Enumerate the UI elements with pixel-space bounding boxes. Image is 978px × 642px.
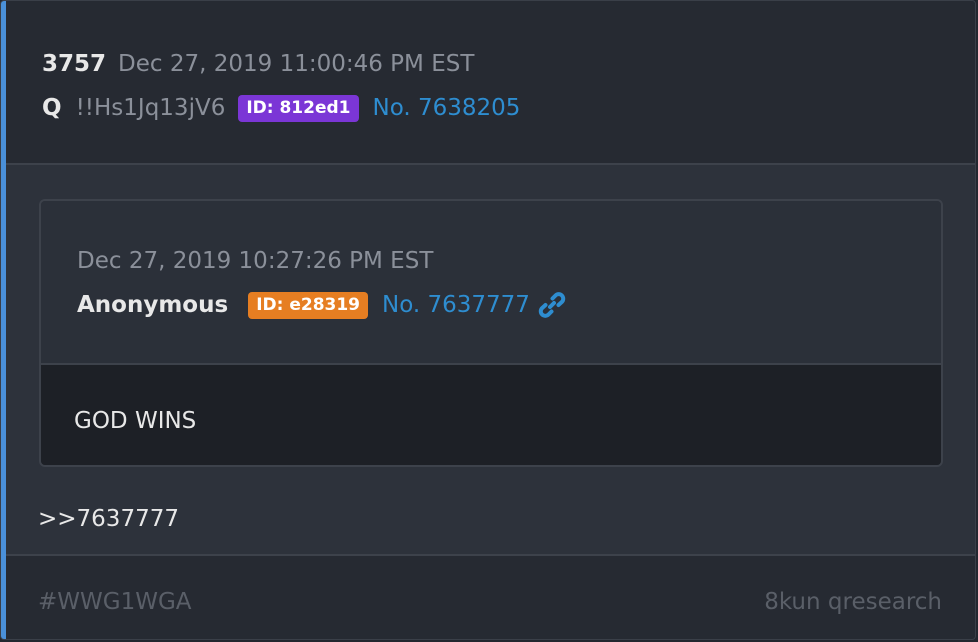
post-tripcode: !!Hs1Jq13jV6 — [75, 95, 226, 121]
quoted-post-number-link[interactable]: No. 7637777 — [382, 289, 530, 321]
post-card: 3757 Dec 27, 2019 11:00:46 PM EST Q !!Hs1… — [0, 0, 976, 640]
quoted-post-author: Anonymous — [77, 292, 229, 318]
quoted-post-id-badge[interactable]: ID: e28319 — [248, 291, 369, 319]
post-header: 3757 Dec 27, 2019 11:00:46 PM EST Q !!Hs1… — [6, 1, 975, 165]
quoted-post-body: GOD WINS — [41, 365, 941, 465]
post-author: Q — [42, 95, 62, 121]
post-meta-row: 3757 Dec 27, 2019 11:00:46 PM EST — [42, 48, 474, 80]
footer-hashtag: #WWG1WGA — [38, 589, 192, 615]
reply-reference-link[interactable]: >>7637777 — [38, 503, 179, 535]
post-number-link[interactable]: No. 7638205 — [373, 92, 521, 124]
quoted-post: Dec 27, 2019 10:27:26 PM EST Anonymous I… — [39, 199, 943, 467]
quoted-post-author-row: Anonymous ID: e28319 No. 7637777 — [77, 289, 566, 321]
quoted-post-date: Dec 27, 2019 10:27:26 PM EST — [77, 248, 434, 274]
link-icon[interactable] — [538, 291, 566, 319]
post-date: Dec 27, 2019 11:00:46 PM EST — [118, 51, 475, 77]
footer-board: 8kun qresearch — [764, 589, 942, 615]
post-id-badge[interactable]: ID: 812ed1 — [238, 94, 359, 122]
post-author-row: Q !!Hs1Jq13jV6 ID: 812ed1 No. 7638205 — [42, 92, 520, 124]
post-footer: #WWG1WGA 8kun qresearch — [6, 554, 975, 639]
post-number: 3757 — [42, 51, 107, 77]
quoted-post-header: Dec 27, 2019 10:27:26 PM EST Anonymous I… — [41, 201, 941, 365]
quoted-post-text: GOD WINS — [74, 408, 197, 434]
